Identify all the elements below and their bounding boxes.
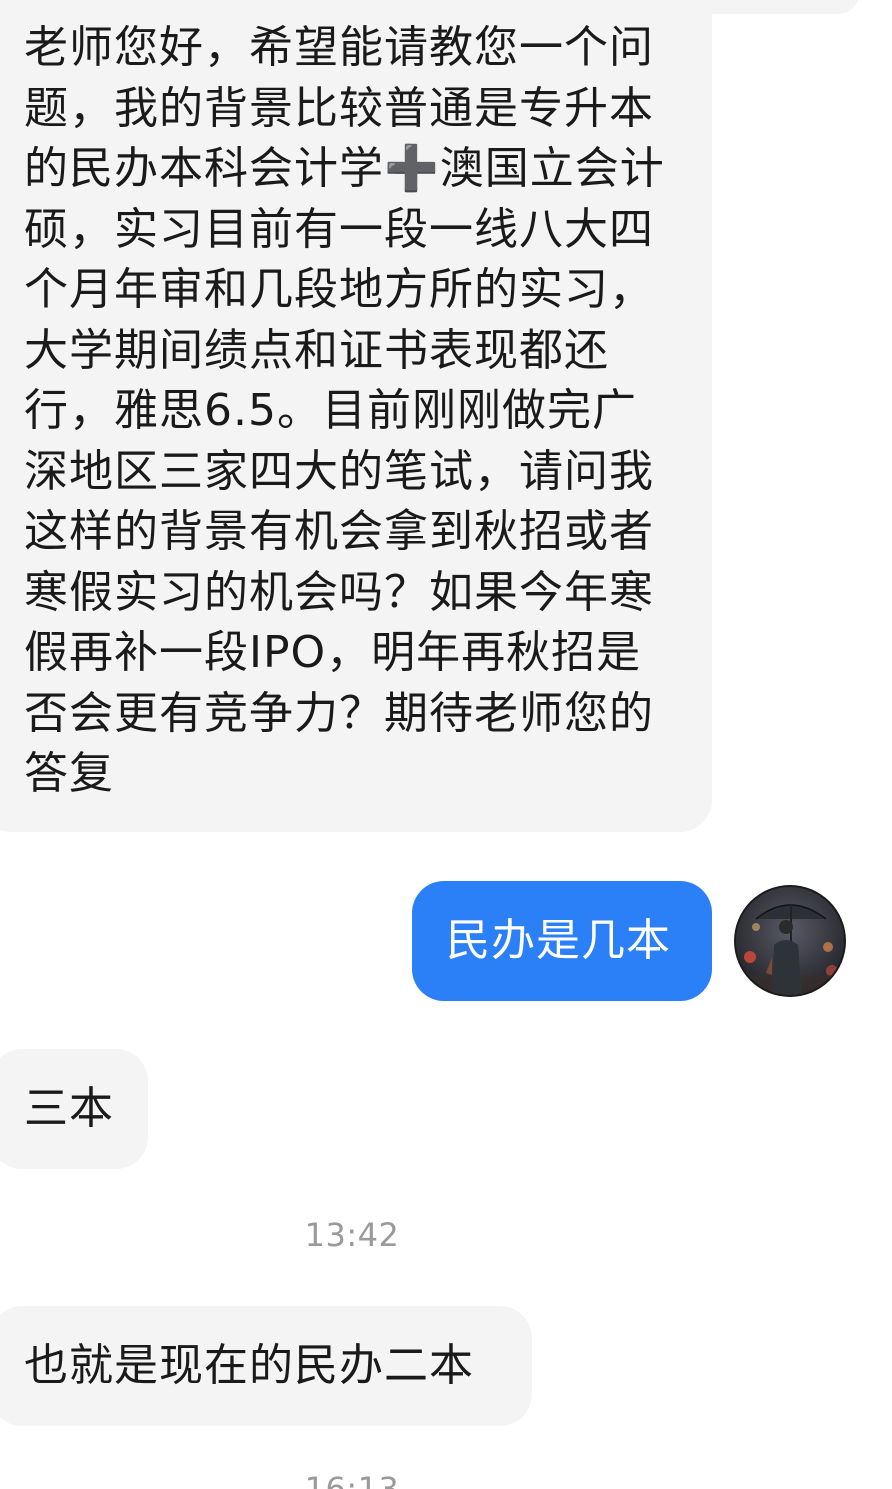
message-timestamp: 13:42 (304, 1216, 400, 1254)
user-avatar[interactable] (736, 887, 844, 995)
message-bubble-incoming[interactable]: 三本 (0, 1049, 148, 1169)
message-bubble-incoming[interactable]: 也就是现在的民办二本 (0, 1306, 532, 1426)
message-bubble-outgoing[interactable]: 民办是几本 (412, 881, 712, 1001)
avatar-umbrella-figure-icon (736, 887, 844, 995)
message-timestamp: 16:13 (304, 1470, 400, 1489)
chat-screen: 老师您好，希望能请教您一个问题，我的背景比较普通是专升本的民办本科会计学➕澳国立… (0, 0, 892, 1489)
message-bubble-incoming[interactable]: 老师您好，希望能请教您一个问题，我的背景比较普通是专升本的民办本科会计学➕澳国立… (0, 0, 712, 832)
